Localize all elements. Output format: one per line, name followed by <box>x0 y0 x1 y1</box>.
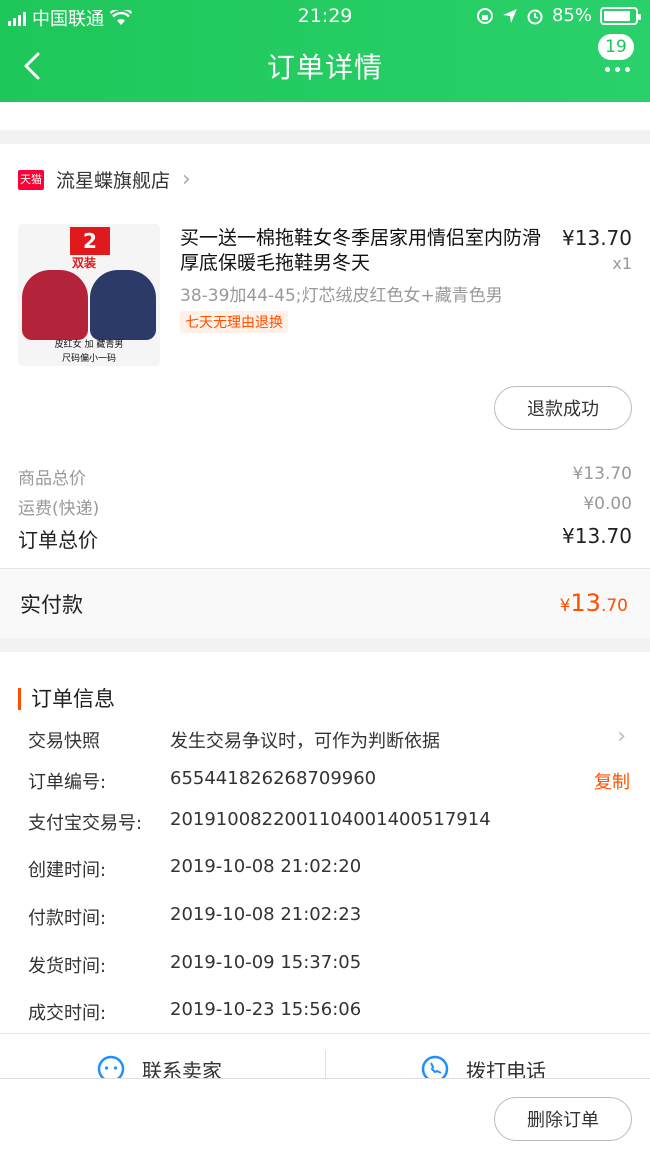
goods-total-value: ¥13.70 <box>572 464 632 484</box>
shipping-label: 运费(快递) <box>18 499 100 519</box>
battery-icon <box>600 6 641 25</box>
status-bar: 中国联通 21:29 85% <box>0 0 650 34</box>
alipay-number-value: 2019100822001104001400517914 <box>170 809 491 830</box>
contact-actions: 联系卖家 拨打电话 <box>0 1033 650 1079</box>
product-sku: 38-39加44-45;灯芯绒皮红色女+藏青色男 <box>180 286 503 306</box>
created-time-value: 2019-10-08 21:02:20 <box>170 856 362 877</box>
thumb-badge: 2 <box>70 227 110 255</box>
completed-time-value: 2019-10-23 15:56:06 <box>170 999 362 1020</box>
amount-paid-row: 实付款 ¥13.70 <box>0 568 650 638</box>
app-header: 中国联通 21:29 85% 订单详情 19 <box>0 0 650 102</box>
tmall-icon: 天猫 <box>18 169 44 190</box>
page-title: 订单详情 <box>266 51 383 84</box>
action-divider <box>325 1050 326 1079</box>
shipping-value: ¥0.00 <box>583 494 632 514</box>
order-number-label: 订单编号: <box>28 772 107 793</box>
paid-time-label: 付款时间: <box>28 908 107 929</box>
return-policy-tag: 七天无理由退换 <box>180 311 288 333</box>
order-total-row: 订单总价 ¥13.70 <box>18 524 632 553</box>
order-product-card: 天猫 流星蝶旗舰店 › 2 双装 皮红女 加 藏青男 尺码偏小一码 买一送一棉拖… <box>0 144 650 569</box>
order-total-value: ¥13.70 <box>562 524 632 548</box>
alarm-icon <box>527 9 543 24</box>
location-icon <box>502 8 517 23</box>
shipping-row: 运费(快递) ¥0.00 <box>18 494 632 519</box>
paid-time-value: 2019-10-08 21:02:23 <box>170 904 362 925</box>
more-menu-button[interactable]: 19 <box>590 34 636 74</box>
order-info-card: 订单信息 交易快照 发生交易争议时，可作为判断依据 › 订单编号: 655441… <box>0 652 650 1033</box>
snapshot-value: 发生交易争议时，可作为判断依据 <box>170 731 440 752</box>
scroll-clipped-strip <box>0 102 650 130</box>
battery-percent: 85% <box>551 5 592 26</box>
shipped-time-label: 发货时间: <box>28 956 107 977</box>
thumb-caption: 皮红女 加 藏青男 尺码偏小一码 <box>18 338 160 366</box>
navy-slipper-image <box>90 270 156 340</box>
call-phone-label: 拨打电话 <box>466 1058 546 1080</box>
amount-paid-label: 实付款 <box>20 593 83 617</box>
product-quantity: x1 <box>612 254 632 273</box>
product-title[interactable]: 买一送一棉拖鞋女冬季居家用情侣室内防滑厚底保暖毛拖鞋男冬天 <box>180 226 550 276</box>
delete-order-button[interactable]: 删除订单 <box>494 1097 632 1141</box>
order-number-value: 655441826268709960 <box>170 768 377 789</box>
product-thumbnail[interactable]: 2 双装 皮红女 加 藏青男 尺码偏小一码 <box>18 224 160 366</box>
shipped-time-value: 2019-10-09 15:37:05 <box>170 952 362 973</box>
currency-symbol: ¥ <box>559 596 571 616</box>
product-price: ¥13.70 <box>562 226 632 250</box>
contact-seller-label: 联系卖家 <box>142 1058 222 1080</box>
created-time-label: 创建时间: <box>28 860 107 881</box>
thumb-badge-text: 双装 <box>72 256 97 270</box>
alipay-number-label: 支付宝交易号: <box>28 813 143 834</box>
amount-minor: .70 <box>600 596 628 616</box>
snapshot-label: 交易快照 <box>28 731 100 752</box>
goods-total-row: 商品总价 ¥13.70 <box>18 464 632 489</box>
call-phone-button[interactable]: 拨打电话 <box>420 1054 546 1079</box>
refund-status-button[interactable]: 退款成功 <box>494 386 632 430</box>
copy-order-number-button[interactable]: 复制 <box>594 768 630 794</box>
chevron-right-icon: › <box>182 167 191 192</box>
goods-total-label: 商品总价 <box>18 469 86 489</box>
bottom-action-bar: 删除订单 <box>0 1078 650 1155</box>
message-count-badge: 19 <box>598 34 634 60</box>
thumb-caption-line1: 皮红女 加 藏青男 <box>54 340 124 350</box>
phone-icon <box>421 1055 449 1079</box>
contact-seller-button[interactable]: 联系卖家 <box>96 1054 222 1079</box>
chat-icon <box>97 1055 125 1079</box>
completed-time-label: 成交时间: <box>28 1003 107 1024</box>
rotation-lock-icon <box>476 7 493 24</box>
more-dots-icon <box>605 67 630 72</box>
amount-major: 13 <box>570 589 601 617</box>
shop-name: 流星蝶旗舰店 <box>56 170 171 192</box>
thumb-caption-line2: 尺码偏小一码 <box>61 354 116 364</box>
order-info-title: 订单信息 <box>18 688 115 710</box>
chevron-right-icon: › <box>617 724 626 749</box>
shop-link[interactable]: 天猫 流星蝶旗舰店 › <box>18 166 191 193</box>
amount-paid-value: ¥13.70 <box>560 589 628 617</box>
red-slipper-image <box>22 270 88 340</box>
order-total-label: 订单总价 <box>18 528 98 552</box>
